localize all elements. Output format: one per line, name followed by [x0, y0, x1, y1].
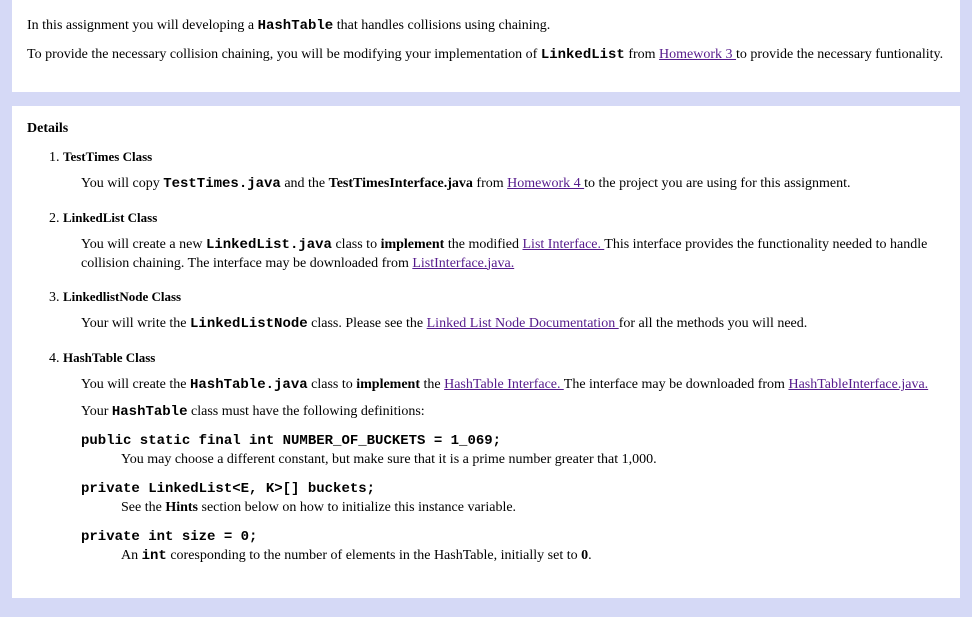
code-line: private int size = 0; [81, 528, 945, 547]
link-hashtableinterface-java[interactable]: HashTableInterface.java. [788, 377, 928, 392]
definition-desc: An int coresponding to the number of ele… [121, 547, 945, 566]
list-item-linkedlistnode: LinkedlistNode Class Your will write the… [63, 289, 945, 334]
hashtable-p1: You will create the HashTable.java class… [81, 376, 945, 395]
link-homework-4[interactable]: Homework 4 [507, 176, 584, 191]
bold-implement: implement [381, 237, 445, 252]
link-linkedlistnode-doc[interactable]: Linked List Node Documentation [427, 316, 619, 331]
text: from [625, 47, 659, 62]
code-linkedlist-java: LinkedList.java [206, 237, 332, 253]
code-linkedlist: LinkedList [541, 47, 625, 63]
code-line: public static final int NUMBER_OF_BUCKET… [81, 432, 945, 451]
bold-hints: Hints [165, 500, 198, 515]
definition-size: private int size = 0; An int corespondin… [81, 528, 945, 566]
item-title: HashTable Class [63, 350, 945, 366]
code-hashtable: HashTable [258, 18, 334, 34]
text: The interface may be downloaded from [564, 377, 789, 392]
text: class must have the following definition… [188, 404, 425, 419]
text: the modified [444, 237, 522, 252]
text: class to [308, 377, 357, 392]
code-linkedlistnode: LinkedListNode [190, 316, 308, 332]
link-list-interface[interactable]: List Interface. [523, 237, 605, 252]
code-line: private LinkedList<E, K>[] buckets; [81, 480, 945, 499]
item-body: You will create a new LinkedList.java cl… [81, 236, 945, 274]
text: that handles collisions using chaining. [333, 18, 550, 33]
text: class to [332, 237, 381, 252]
text: to provide the necessary funtionality. [736, 47, 943, 62]
text: for all the methods you will need. [619, 316, 808, 331]
definition-desc: You may choose a different constant, but… [121, 451, 945, 470]
text: from [473, 176, 507, 191]
hashtable-p2: Your HashTable class must have the follo… [81, 403, 945, 422]
list-item-hashtable: HashTable Class You will create the Hash… [63, 350, 945, 565]
code-hashtable: HashTable [112, 404, 188, 420]
code-int: int [142, 548, 167, 564]
text: and the [281, 176, 329, 191]
bold-implement: implement [356, 377, 420, 392]
text: In this assignment you will developing a [27, 18, 258, 33]
text: See the [121, 500, 165, 515]
item-body: You will create the HashTable.java class… [81, 376, 945, 565]
text: You will copy [81, 176, 163, 191]
intro-section: In this assignment you will developing a… [12, 0, 960, 92]
item-title: LinkedList Class [63, 210, 945, 226]
text: An [121, 548, 142, 563]
details-list: TestTimes Class You will copy TestTimes.… [45, 149, 945, 566]
text: You will create the [81, 377, 190, 392]
text: . [588, 548, 592, 563]
text: section below on how to initialize this … [198, 500, 516, 515]
text: Your will write the [81, 316, 190, 331]
intro-paragraph-1: In this assignment you will developing a… [27, 17, 945, 36]
intro-paragraph-2: To provide the necessary collision chain… [27, 46, 945, 65]
details-heading: Details [27, 121, 945, 137]
definition-desc: See the Hints section below on how to in… [121, 499, 945, 518]
item-title: TestTimes Class [63, 149, 945, 165]
text: You will create a new [81, 237, 206, 252]
text: To provide the necessary collision chain… [27, 47, 541, 62]
item-body: You will copy TestTimes.java and the Tes… [81, 175, 945, 194]
link-listinterface-java[interactable]: ListInterface.java. [412, 256, 514, 271]
text: class. Please see the [308, 316, 427, 331]
code-testtimes-java: TestTimes.java [163, 176, 281, 192]
item-title: LinkedlistNode Class [63, 289, 945, 305]
list-item-testtimes: TestTimes Class You will copy TestTimes.… [63, 149, 945, 194]
definition-number-of-buckets: public static final int NUMBER_OF_BUCKET… [81, 432, 945, 470]
bold-testtimesinterface: TestTimesInterface.java [329, 176, 473, 191]
definition-buckets: private LinkedList<E, K>[] buckets; See … [81, 480, 945, 518]
details-section: Details TestTimes Class You will copy Te… [12, 106, 960, 599]
item-body: Your will write the LinkedListNode class… [81, 315, 945, 334]
text: Your [81, 404, 112, 419]
link-hashtable-interface[interactable]: HashTable Interface. [444, 377, 564, 392]
text: to the project you are using for this as… [584, 176, 850, 191]
list-item-linkedlist: LinkedList Class You will create a new L… [63, 210, 945, 274]
text: the [420, 377, 444, 392]
code-hashtable-java: HashTable.java [190, 377, 308, 393]
link-homework-3[interactable]: Homework 3 [659, 47, 736, 62]
text: coresponding to the number of elements i… [167, 548, 581, 563]
